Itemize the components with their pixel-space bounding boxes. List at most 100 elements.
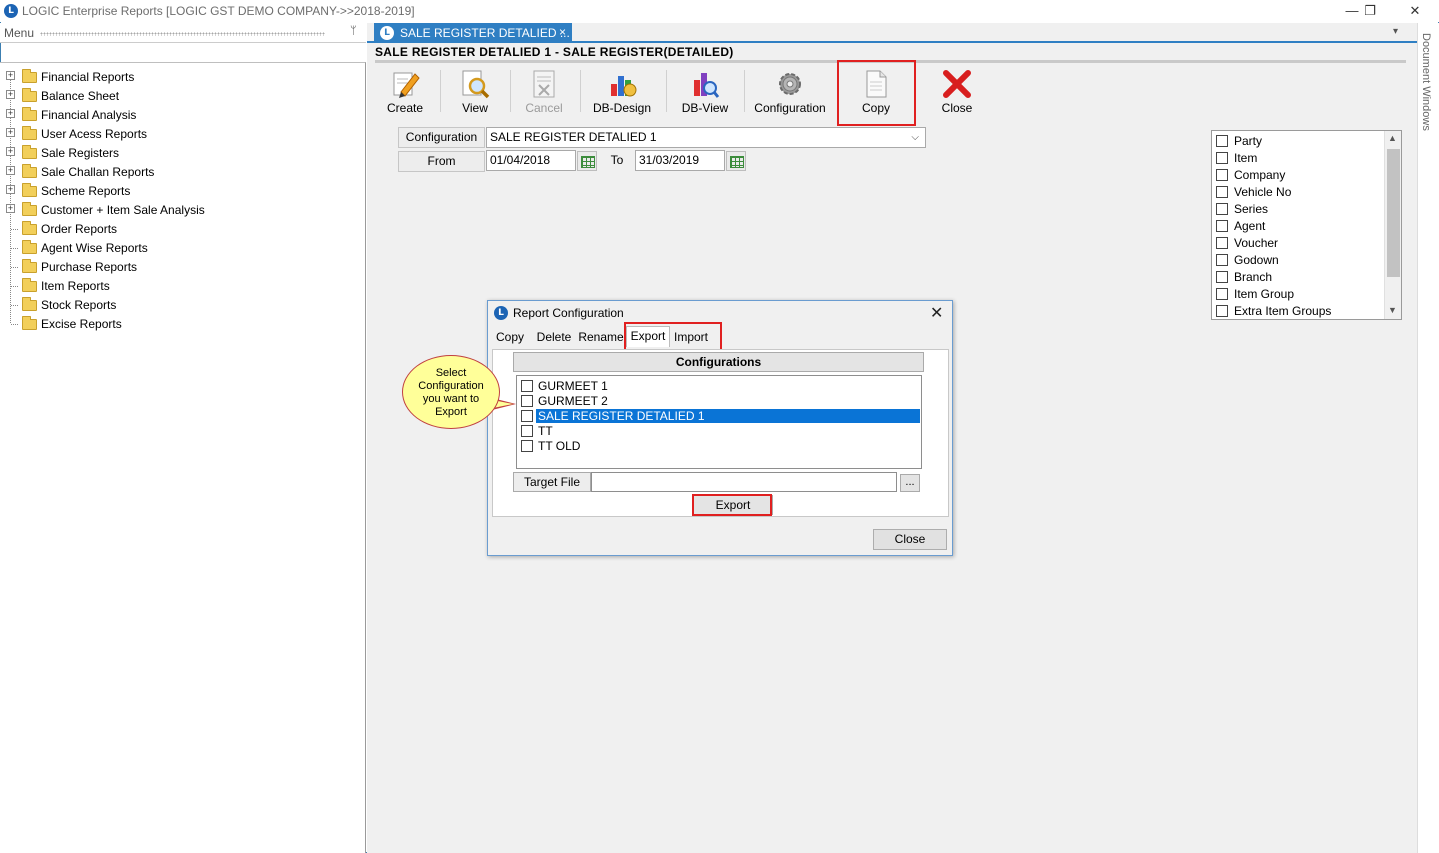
- browse-button[interactable]: ...: [900, 474, 920, 492]
- filter-checkbox-item[interactable]: Vehicle No: [1216, 183, 1384, 200]
- configuration-select[interactable]: SALE REGISTER DETALIED 1 ⌵: [486, 127, 926, 148]
- checkbox[interactable]: [521, 440, 533, 452]
- filter-checkbox-item[interactable]: Godown: [1216, 251, 1384, 268]
- menu-item[interactable]: Stock Reports: [6, 296, 346, 315]
- tab-sale-register[interactable]: L SALE REGISTER DETALIED ... ×: [374, 23, 572, 43]
- scroll-thumb[interactable]: [1387, 149, 1400, 277]
- dialog-close-button[interactable]: Close: [873, 529, 947, 550]
- menu-item[interactable]: Agent Wise Reports: [6, 239, 346, 258]
- configuration-item[interactable]: TT: [519, 423, 920, 438]
- expand-icon[interactable]: +: [6, 204, 15, 213]
- checkbox[interactable]: [521, 380, 533, 392]
- restore-button[interactable]: ❐: [1355, 2, 1385, 20]
- expand-icon[interactable]: +: [6, 109, 15, 118]
- tab-rename[interactable]: Rename: [578, 328, 624, 349]
- filter-checkbox-item[interactable]: Voucher: [1216, 234, 1384, 251]
- menu-grip[interactable]: [40, 32, 325, 36]
- configuration-item[interactable]: SALE REGISTER DETALIED 1: [519, 408, 920, 423]
- menu-item-label: Financial Analysis: [41, 108, 137, 122]
- document-windows-panel[interactable]: Document Windows: [1417, 23, 1439, 853]
- checkbox[interactable]: [1216, 237, 1228, 249]
- scroll-down-icon[interactable]: ▼: [1388, 305, 1397, 315]
- configuration-item[interactable]: GURMEET 2: [519, 393, 920, 408]
- expand-icon[interactable]: +: [6, 185, 15, 194]
- menu-item[interactable]: + Balance Sheet: [6, 87, 346, 106]
- filter-checkbox-item[interactable]: Series: [1216, 200, 1384, 217]
- checkbox[interactable]: [1216, 169, 1228, 181]
- checkbox[interactable]: [1216, 271, 1228, 283]
- menu-item[interactable]: Item Reports: [6, 277, 346, 296]
- menu-item[interactable]: + Customer + Item Sale Analysis: [6, 201, 346, 220]
- menu-item[interactable]: + Financial Analysis: [6, 106, 346, 125]
- expand-icon[interactable]: +: [6, 71, 15, 80]
- filter-checkbox-item[interactable]: Party: [1216, 132, 1384, 149]
- dialog-close-icon[interactable]: ✕: [930, 303, 943, 323]
- from-calendar-icon[interactable]: [577, 151, 597, 171]
- checkbox[interactable]: [521, 395, 533, 407]
- checkbox[interactable]: [1216, 135, 1228, 147]
- db-view-button[interactable]: DB-View: [676, 66, 734, 118]
- filter-checkbox-item[interactable]: Item Group: [1216, 285, 1384, 302]
- gear-icon: [779, 73, 801, 95]
- checkbox[interactable]: [1216, 186, 1228, 198]
- checkbox[interactable]: [1216, 305, 1228, 317]
- configuration-button[interactable]: Configuration: [750, 66, 830, 118]
- from-date-input[interactable]: 01/04/2018: [486, 150, 576, 171]
- configuration-value: SALE REGISTER DETALIED 1: [490, 130, 657, 144]
- scroll-up-icon[interactable]: ▲: [1388, 133, 1397, 143]
- expand-icon[interactable]: +: [6, 128, 15, 137]
- checklist-scrollbar[interactable]: ▲ ▼: [1384, 131, 1401, 319]
- checkbox[interactable]: [521, 410, 533, 422]
- menu-item[interactable]: + Sale Challan Reports: [6, 163, 346, 182]
- pin-icon[interactable]: ᛘ: [350, 25, 357, 37]
- filter-checkbox-item[interactable]: Item: [1216, 149, 1384, 166]
- dialog-logo-icon: L: [494, 306, 508, 320]
- to-calendar-icon[interactable]: [726, 151, 746, 171]
- window-close-button[interactable]: ✕: [1400, 2, 1430, 20]
- view-button[interactable]: View: [450, 66, 500, 118]
- folder-icon: [22, 88, 37, 102]
- create-button[interactable]: Create: [380, 66, 430, 118]
- tab-copy[interactable]: Copy: [492, 328, 528, 349]
- checkbox[interactable]: [1216, 288, 1228, 300]
- filter-checkbox-item[interactable]: Agent: [1216, 217, 1384, 234]
- to-date-input[interactable]: 31/03/2019: [635, 150, 725, 171]
- db-design-button[interactable]: DB-Design: [590, 66, 654, 118]
- expand-icon[interactable]: +: [6, 166, 15, 175]
- expand-icon[interactable]: +: [6, 90, 15, 99]
- filter-checkbox-item[interactable]: Extra Item Groups: [1216, 302, 1384, 319]
- menu-item[interactable]: + Financial Reports: [6, 68, 346, 87]
- copy-button[interactable]: Copy: [846, 66, 906, 118]
- tab-delete[interactable]: Delete: [532, 328, 576, 349]
- menu-item[interactable]: Order Reports: [6, 220, 346, 239]
- cancel-button[interactable]: Cancel: [518, 66, 570, 118]
- menu-item[interactable]: + User Acess Reports: [6, 125, 346, 144]
- menu-item[interactable]: Excise Reports: [6, 315, 346, 334]
- checkbox[interactable]: [521, 425, 533, 437]
- checkbox[interactable]: [1216, 254, 1228, 266]
- checkbox[interactable]: [1216, 220, 1228, 232]
- checkbox[interactable]: [1216, 152, 1228, 164]
- chevron-down-icon[interactable]: ⌵: [911, 128, 919, 147]
- menu-item-label: User Acess Reports: [41, 127, 148, 141]
- folder-icon: [22, 164, 37, 178]
- folder-icon: [22, 259, 37, 273]
- callout-bubble: Select Configuration you want to Export: [402, 355, 500, 429]
- menu-item[interactable]: Purchase Reports: [6, 258, 346, 277]
- close-button[interactable]: Close: [928, 66, 986, 118]
- configuration-item[interactable]: GURMEET 1: [519, 378, 920, 393]
- menu-item[interactable]: + Scheme Reports: [6, 182, 346, 201]
- tab-list-chevron-icon[interactable]: ▾: [1393, 26, 1398, 37]
- tab-close-icon[interactable]: ×: [559, 25, 566, 39]
- toolbar-separator: [440, 70, 441, 112]
- toolbar-separator: [666, 70, 667, 112]
- filter-label: Agent: [1234, 219, 1266, 233]
- filter-checkbox-item[interactable]: Company: [1216, 166, 1384, 183]
- configuration-item[interactable]: TT OLD: [519, 438, 920, 453]
- menu-item[interactable]: + Sale Registers: [6, 144, 346, 163]
- export-highlight-box: [692, 494, 772, 516]
- filter-checkbox-item[interactable]: Branch: [1216, 268, 1384, 285]
- checkbox[interactable]: [1216, 203, 1228, 215]
- expand-icon[interactable]: +: [6, 147, 15, 156]
- target-file-input[interactable]: [591, 472, 897, 492]
